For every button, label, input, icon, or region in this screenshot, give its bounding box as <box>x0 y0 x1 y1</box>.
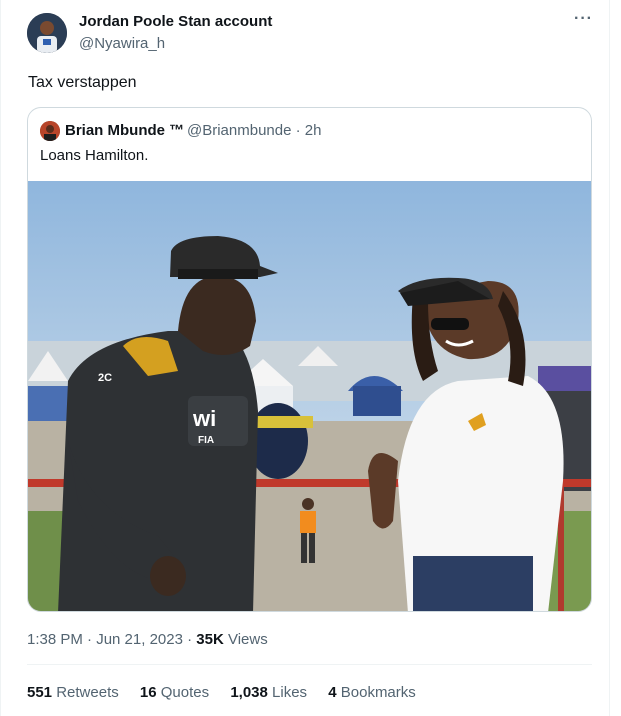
quote-photo[interactable]: wi FIA 2C <box>28 181 592 612</box>
bookmarks-count: 4 <box>328 684 337 701</box>
bookmarks-stat[interactable]: 4 Bookmarks <box>328 684 416 701</box>
quote-author-avatar[interactable] <box>40 121 60 141</box>
divider <box>27 664 592 665</box>
quote-avatar-image <box>40 121 60 141</box>
bookmarks-label: Bookmarks <box>340 684 416 701</box>
author-avatar[interactable] <box>27 13 67 53</box>
author-handle[interactable]: @Nyawira_h <box>79 35 165 52</box>
more-icon[interactable]: ··· <box>574 10 593 28</box>
quotes-stat[interactable]: 16 Quotes <box>140 684 209 701</box>
retweets-stat[interactable]: 551 Retweets <box>27 684 119 701</box>
retweets-label: Retweets <box>56 684 119 701</box>
suit-logo: wi <box>192 406 216 431</box>
retweets-count: 551 <box>27 684 53 701</box>
suit-badge: 2C <box>98 372 112 384</box>
tweet-timestamp[interactable]: 1:38 PM · Jun 21, 2023 · <box>27 631 196 648</box>
quoted-tweet[interactable]: Brian Mbunde ™ @Brianmbunde · 2h Loans H… <box>27 107 592 612</box>
engagement-stats: 551 Retweets 16 Quotes 1,038 Likes 4 Boo… <box>27 684 433 701</box>
avatar-image <box>27 13 67 53</box>
suit-fia: FIA <box>198 435 214 446</box>
tweet-text: Tax verstappen <box>28 74 137 91</box>
likes-stat[interactable]: 1,038 Likes <box>230 684 307 701</box>
likes-label: Likes <box>272 684 308 701</box>
author-name[interactable]: Jordan Poole Stan account <box>79 13 272 30</box>
right-border <box>609 0 610 716</box>
quotes-count: 16 <box>139 684 157 701</box>
likes-count: 1,038 <box>230 684 268 701</box>
quote-text: Loans Hamilton. <box>40 147 149 164</box>
quote-author-name[interactable]: Brian Mbunde ™ <box>65 122 184 139</box>
views-label: Views <box>223 631 268 648</box>
left-border <box>0 0 1 716</box>
tweet-meta: 1:38 PM · Jun 21, 2023 · 35K Views <box>27 631 268 648</box>
views-count: 35K <box>196 631 224 648</box>
quotes-label: Quotes <box>160 684 210 701</box>
quote-author-handle[interactable]: @Brianmbunde · 2h <box>187 122 321 139</box>
